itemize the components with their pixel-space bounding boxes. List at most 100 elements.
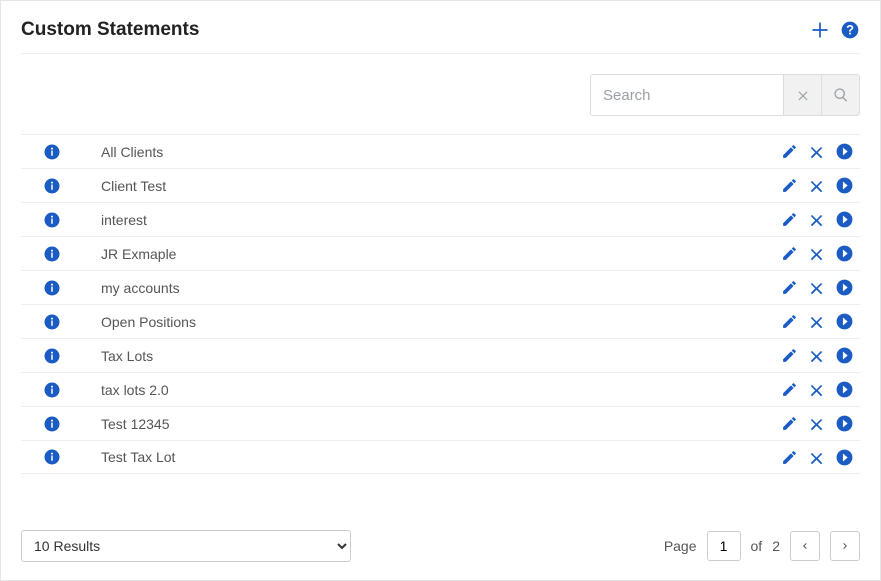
row-info-cell <box>43 211 101 229</box>
run-icon[interactable] <box>835 142 854 161</box>
row-actions <box>781 346 854 365</box>
statements-list: All Clients Client Test interest JR Exmaple… <box>21 134 860 474</box>
edit-icon[interactable] <box>781 245 798 262</box>
run-icon[interactable] <box>835 312 854 331</box>
row-actions <box>781 210 854 229</box>
row-info-cell <box>43 177 101 195</box>
list-item: Test Tax Lot <box>21 440 860 474</box>
row-info-cell <box>43 347 101 365</box>
edit-icon[interactable] <box>781 415 798 432</box>
delete-icon[interactable] <box>808 279 825 296</box>
search-clear-button[interactable] <box>783 75 821 115</box>
row-info-cell <box>43 245 101 263</box>
search-input[interactable] <box>591 75 783 115</box>
panel-header: Custom Statements <box>21 1 860 54</box>
row-label: tax lots 2.0 <box>101 382 781 398</box>
list-item: my accounts <box>21 270 860 304</box>
row-label: All Clients <box>101 144 781 160</box>
row-label: Client Test <box>101 178 781 194</box>
info-icon[interactable] <box>43 143 61 161</box>
info-icon[interactable] <box>43 279 61 297</box>
page-current-input[interactable] <box>707 531 741 561</box>
list-item: Open Positions <box>21 304 860 338</box>
page-label: Page <box>664 538 697 554</box>
list-item: Client Test <box>21 168 860 202</box>
page-title: Custom Statements <box>21 19 199 41</box>
close-icon <box>796 88 810 102</box>
info-icon[interactable] <box>43 245 61 263</box>
list-item: Tax Lots <box>21 338 860 372</box>
row-label: Test Tax Lot <box>101 449 781 465</box>
info-icon[interactable] <box>43 448 61 466</box>
row-actions <box>781 414 854 433</box>
search-row <box>21 54 860 134</box>
run-icon[interactable] <box>835 244 854 263</box>
chevron-right-icon <box>839 540 851 552</box>
row-actions <box>781 142 854 161</box>
page-of-label: of <box>751 538 763 554</box>
list-item: interest <box>21 202 860 236</box>
help-icon[interactable] <box>840 20 860 40</box>
delete-icon[interactable] <box>808 415 825 432</box>
run-icon[interactable] <box>835 380 854 399</box>
page-next-button[interactable] <box>830 531 860 561</box>
delete-icon[interactable] <box>808 313 825 330</box>
page-size-select[interactable]: 10 Results <box>21 530 351 562</box>
edit-icon[interactable] <box>781 313 798 330</box>
list-item: All Clients <box>21 134 860 168</box>
row-actions <box>781 380 854 399</box>
info-icon[interactable] <box>43 381 61 399</box>
chevron-left-icon <box>799 540 811 552</box>
run-icon[interactable] <box>835 278 854 297</box>
row-label: interest <box>101 212 781 228</box>
delete-icon[interactable] <box>808 449 825 466</box>
row-info-cell <box>43 381 101 399</box>
edit-icon[interactable] <box>781 347 798 364</box>
delete-icon[interactable] <box>808 143 825 160</box>
list-item: tax lots 2.0 <box>21 372 860 406</box>
row-actions <box>781 278 854 297</box>
delete-icon[interactable] <box>808 381 825 398</box>
search-submit-button[interactable] <box>821 75 859 115</box>
info-icon[interactable] <box>43 211 61 229</box>
run-icon[interactable] <box>835 414 854 433</box>
row-actions <box>781 448 854 467</box>
row-info-cell <box>43 279 101 297</box>
row-actions <box>781 312 854 331</box>
delete-icon[interactable] <box>808 347 825 364</box>
page-total: 2 <box>772 538 780 554</box>
info-icon[interactable] <box>43 177 61 195</box>
row-label: Open Positions <box>101 314 781 330</box>
edit-icon[interactable] <box>781 177 798 194</box>
delete-icon[interactable] <box>808 177 825 194</box>
add-icon[interactable] <box>810 20 830 40</box>
row-label: Test 12345 <box>101 416 781 432</box>
info-icon[interactable] <box>43 415 61 433</box>
edit-icon[interactable] <box>781 449 798 466</box>
run-icon[interactable] <box>835 176 854 195</box>
delete-icon[interactable] <box>808 211 825 228</box>
run-icon[interactable] <box>835 346 854 365</box>
search-group <box>590 74 860 116</box>
search-icon <box>833 87 849 103</box>
custom-statements-panel: Custom Statements All Client <box>0 0 881 581</box>
list-item: Test 12345 <box>21 406 860 440</box>
edit-icon[interactable] <box>781 279 798 296</box>
row-label: Tax Lots <box>101 348 781 364</box>
run-icon[interactable] <box>835 210 854 229</box>
row-info-cell <box>43 415 101 433</box>
edit-icon[interactable] <box>781 381 798 398</box>
row-label: JR Exmaple <box>101 246 781 262</box>
edit-icon[interactable] <box>781 143 798 160</box>
delete-icon[interactable] <box>808 245 825 262</box>
edit-icon[interactable] <box>781 211 798 228</box>
info-icon[interactable] <box>43 313 61 331</box>
info-icon[interactable] <box>43 347 61 365</box>
run-icon[interactable] <box>835 448 854 467</box>
footer: 10 Results Page of 2 <box>21 530 860 562</box>
row-actions <box>781 176 854 195</box>
page-prev-button[interactable] <box>790 531 820 561</box>
list-item: JR Exmaple <box>21 236 860 270</box>
pager: Page of 2 <box>664 531 860 561</box>
row-info-cell <box>43 143 101 161</box>
